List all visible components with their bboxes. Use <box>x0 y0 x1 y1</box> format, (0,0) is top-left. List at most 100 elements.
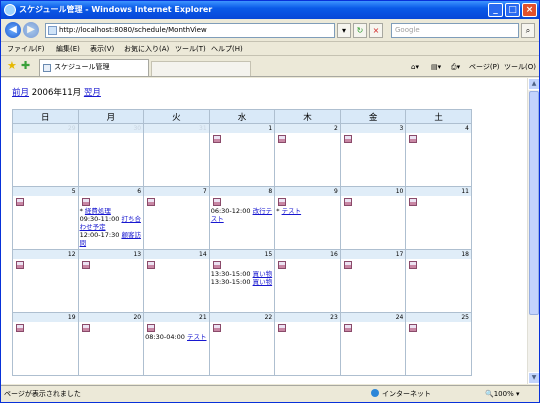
add-schedule-icon[interactable] <box>409 198 418 206</box>
menu-view[interactable]: 表示(V) <box>90 43 114 55</box>
add-schedule-icon[interactable] <box>212 324 221 332</box>
maximize-button[interactable]: □ <box>505 3 520 17</box>
menu-favorites[interactable]: お気に入り(A) <box>124 43 169 55</box>
add-schedule-icon[interactable] <box>212 198 221 206</box>
day-cell[interactable]: 13 <box>77 249 145 313</box>
event-link[interactable]: テスト <box>282 207 302 215</box>
address-toolbar: ◀ ▶ http://localhost:8080/schedule/Month… <box>1 20 539 42</box>
zoom-level[interactable]: 🔍100% ▾ <box>485 387 519 402</box>
day-cell[interactable]: 1 <box>208 123 276 187</box>
day-cell[interactable]: 11 <box>405 186 472 250</box>
add-schedule-icon[interactable] <box>81 261 90 269</box>
page-menu[interactable]: ページ(P) <box>469 61 500 73</box>
add-schedule-icon[interactable] <box>343 324 352 332</box>
day-cell[interactable]: 31 <box>143 123 210 187</box>
menu-edit[interactable]: 編集(E) <box>56 43 80 55</box>
refresh-icon[interactable]: ↻ <box>353 23 367 38</box>
day-cell[interactable]: 8 06:30-12:00 改行テスト <box>208 186 276 250</box>
add-schedule-icon[interactable] <box>409 135 418 143</box>
day-cell[interactable]: 9 * テスト <box>274 186 341 250</box>
stop-icon[interactable]: × <box>369 23 383 38</box>
vertical-scrollbar[interactable]: ▲ ▼ <box>527 78 539 384</box>
add-schedule-icon[interactable] <box>16 261 24 269</box>
day-cell[interactable]: 12 <box>12 249 79 313</box>
day-number: 8 <box>209 187 275 196</box>
add-schedule-icon[interactable] <box>278 198 287 206</box>
day-cell[interactable]: 7 <box>143 186 210 250</box>
add-schedule-icon[interactable] <box>16 198 24 206</box>
back-arrow-icon[interactable]: ◀ <box>5 22 21 38</box>
address-dropdown-icon[interactable]: ▾ <box>337 23 351 38</box>
day-cell[interactable]: 19 <box>12 312 79 376</box>
event-link[interactable]: 買い物 <box>253 270 273 278</box>
day-cell[interactable]: 20 <box>77 312 145 376</box>
add-schedule-icon[interactable] <box>343 261 352 269</box>
add-schedule-icon[interactable] <box>212 261 221 269</box>
add-schedule-icon[interactable] <box>343 198 352 206</box>
tools-menu[interactable]: ツール(O) <box>504 61 536 73</box>
tab-schedule[interactable]: スケジュール管理 <box>39 59 149 76</box>
event-time: * <box>276 207 280 215</box>
day-cell[interactable]: 22 <box>208 312 276 376</box>
forward-arrow-icon[interactable]: ▶ <box>23 22 39 38</box>
day-cell[interactable]: 14 <box>143 249 210 313</box>
day-cell[interactable]: 23 <box>274 312 341 376</box>
add-schedule-icon[interactable] <box>147 198 156 206</box>
day-cell[interactable]: 24 <box>339 312 407 376</box>
menu-tools[interactable]: ツール(T) <box>175 43 206 55</box>
new-tab-button[interactable] <box>151 61 251 76</box>
add-schedule-icon[interactable] <box>278 261 287 269</box>
minimize-button[interactable]: _ <box>488 3 503 17</box>
day-cell[interactable]: 16 <box>274 249 341 313</box>
globe-icon <box>371 389 379 397</box>
add-schedule-icon[interactable] <box>147 324 156 332</box>
day-cell[interactable]: 30 <box>77 123 145 187</box>
add-schedule-icon[interactable] <box>81 324 90 332</box>
scroll-thumb[interactable] <box>529 91 539 315</box>
scroll-up-icon[interactable]: ▲ <box>528 78 539 90</box>
event-link[interactable]: テスト <box>187 333 207 341</box>
add-schedule-icon[interactable] <box>16 324 24 332</box>
add-schedule-icon[interactable] <box>343 135 352 143</box>
event-link[interactable]: 買い物 <box>253 278 273 286</box>
next-month-link[interactable]: 翌月 <box>84 88 101 98</box>
day-cell[interactable]: 3 <box>339 123 407 187</box>
day-cell[interactable]: 21 08:30-04:00 テスト <box>143 312 210 376</box>
day-cell[interactable]: 15 13:30-15:00 買い物 13:30-15:00 買い物 <box>208 249 276 313</box>
search-input[interactable]: Google <box>391 23 519 38</box>
month-navigation: 前月 2006年11月 翌月 <box>12 88 101 99</box>
close-button[interactable]: × <box>522 3 537 17</box>
tab-page-icon <box>43 64 51 72</box>
prev-month-link[interactable]: 前月 <box>12 88 29 98</box>
favorites-star-icon[interactable]: ★ <box>7 60 17 72</box>
add-schedule-icon[interactable] <box>409 324 418 332</box>
day-cell[interactable]: 5 <box>12 186 79 250</box>
feeds-icon[interactable]: ▤▾ <box>431 61 441 73</box>
event-link[interactable]: 経費処理 <box>85 207 111 215</box>
menu-file[interactable]: ファイル(F) <box>7 43 45 55</box>
search-icon[interactable]: ⌕ <box>521 23 535 38</box>
day-number: 24 <box>340 313 406 322</box>
day-cell[interactable]: 2 <box>274 123 341 187</box>
add-schedule-icon[interactable] <box>212 135 221 143</box>
scroll-down-icon[interactable]: ▼ <box>528 372 539 384</box>
day-cell[interactable]: 4 <box>405 123 472 187</box>
day-cell[interactable]: 10 <box>339 186 407 250</box>
page-icon <box>48 26 57 35</box>
title-bar[interactable]: スケジュール管理 - Windows Internet Explorer _ □… <box>1 1 539 19</box>
add-schedule-icon[interactable] <box>278 324 287 332</box>
add-schedule-icon[interactable] <box>147 261 156 269</box>
add-schedule-icon[interactable] <box>81 198 90 206</box>
day-cell[interactable]: 6 * 経費処理 09:30-11:00 打ち合わせ予定 12:00-17:30 顧客… <box>77 186 145 250</box>
add-favorite-icon[interactable]: ✚ <box>21 60 30 72</box>
day-cell[interactable]: 25 <box>405 312 472 376</box>
add-schedule-icon[interactable] <box>278 135 287 143</box>
day-cell[interactable]: 18 <box>405 249 472 313</box>
day-cell[interactable]: 29 <box>12 123 79 187</box>
add-schedule-icon[interactable] <box>409 261 418 269</box>
menu-help[interactable]: ヘルプ(H) <box>211 43 243 55</box>
day-cell[interactable]: 17 <box>339 249 407 313</box>
address-input[interactable]: http://localhost:8080/schedule/MonthView <box>45 23 335 38</box>
print-icon[interactable]: ⎙▾ <box>451 61 460 73</box>
home-icon[interactable]: ⌂▾ <box>411 61 419 73</box>
